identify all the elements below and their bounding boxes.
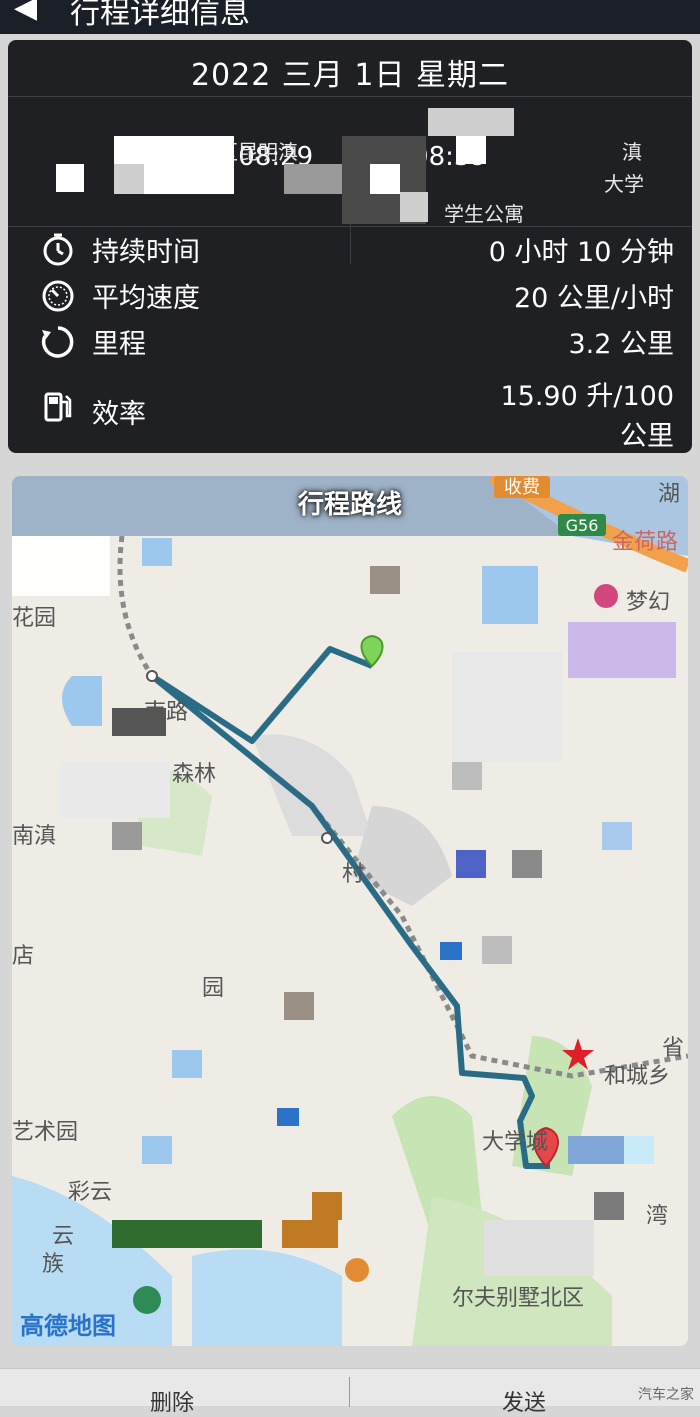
stat-label: 平均速度	[92, 283, 200, 314]
map-label: 梦幻	[626, 590, 671, 615]
privacy-mosaic	[370, 164, 400, 194]
privacy-mosaic	[428, 108, 514, 136]
map-label: 和城乡	[604, 1064, 671, 1089]
map-canvas[interactable]: 收费 G56	[12, 476, 688, 1346]
privacy-mosaic	[60, 762, 170, 818]
privacy-mosaic	[484, 1220, 594, 1276]
map-label: 花园	[12, 606, 57, 631]
map-label: 店	[12, 944, 35, 969]
trip-date: 2022 三月 1日 星期二	[190, 58, 510, 93]
end-address-line3: 学生公寓	[444, 202, 524, 226]
page-title: 行程详细信息	[70, 0, 250, 31]
privacy-mosaic	[400, 192, 428, 222]
map-water	[192, 1249, 342, 1346]
divider	[8, 226, 692, 227]
amap-logo: 高德地图	[20, 1312, 116, 1340]
restaurant-poi-icon	[345, 1258, 369, 1282]
home-poi-icon	[277, 1108, 299, 1126]
amusement-poi-icon	[594, 584, 618, 608]
privacy-mosaic	[142, 1136, 172, 1164]
privacy-mosaic	[482, 936, 512, 964]
railway-station	[321, 832, 333, 844]
stopwatch-icon	[43, 233, 73, 266]
map-label: 园	[202, 976, 225, 1001]
privacy-mosaic	[142, 538, 172, 566]
privacy-mosaic	[452, 652, 562, 762]
map-label: 村	[342, 862, 365, 887]
map-label: 彩云	[68, 1180, 113, 1205]
privacy-mosaic	[594, 1192, 624, 1220]
park-poi-icon	[133, 1286, 161, 1314]
privacy-mosaic	[172, 1050, 202, 1078]
privacy-mosaic	[114, 164, 144, 194]
privacy-mosaic	[284, 992, 314, 1020]
map-label: 森林	[172, 762, 217, 787]
trip-info-card: 2022 三月 1日 星期二 开始 08:29 结束 08:39 昆明市西山区昆…	[8, 40, 692, 453]
privacy-mosaic	[568, 622, 676, 678]
stat-label: 效率	[92, 399, 146, 430]
map-label: 金荷路	[612, 530, 679, 555]
privacy-mosaic	[56, 164, 84, 192]
stat-label: 里程	[92, 329, 146, 360]
stat-value-unit: 公里	[620, 421, 674, 452]
divider	[8, 96, 692, 97]
privacy-mosaic	[456, 136, 486, 164]
stat-row-duration: 持续时间 0 小时 10 分钟	[8, 228, 692, 274]
map-label: 尔夫别墅北区	[452, 1286, 585, 1311]
fuel-pump-icon	[44, 392, 72, 422]
privacy-mosaic	[602, 822, 632, 850]
map-label: 省	[662, 1036, 685, 1061]
privacy-mosaic	[512, 850, 542, 878]
privacy-mosaic	[112, 708, 166, 736]
privacy-mosaic	[284, 164, 342, 194]
home-poi-icon	[440, 942, 462, 960]
privacy-mosaic	[452, 762, 482, 790]
stat-value: 20 公里/小时	[513, 283, 674, 314]
stat-row-mileage: 里程 3.2 公里	[8, 320, 692, 366]
odometer-icon	[41, 326, 74, 358]
end-address-line2: 大学	[604, 172, 644, 196]
map-label: 湾	[646, 1204, 669, 1229]
privacy-mosaic	[112, 1220, 262, 1248]
privacy-mosaic	[456, 850, 486, 878]
map-label: 艺术园	[12, 1120, 79, 1145]
map-title: 行程路线	[297, 490, 402, 520]
map-label: 大学城	[482, 1130, 549, 1155]
privacy-mosaic	[12, 536, 110, 596]
end-address-line1: 滇	[622, 140, 642, 164]
privacy-mosaic	[112, 822, 142, 850]
stat-row-average-speed: 平均速度 20 公里/小时	[8, 274, 692, 320]
stat-row-efficiency: 效率 15.90 升/100 公里	[8, 374, 692, 452]
privacy-mosaic	[568, 1136, 624, 1164]
watermark: 汽车之家	[638, 1387, 694, 1403]
map-built-area	[252, 734, 372, 836]
send-button[interactable]: 发送	[502, 1385, 546, 1417]
stat-value: 3.2 公里	[568, 329, 674, 360]
privacy-mosaic	[482, 566, 538, 624]
privacy-mosaic	[370, 566, 400, 594]
divider	[349, 1377, 350, 1407]
map-label: 族	[42, 1252, 65, 1277]
map-label: 南滇	[12, 824, 57, 849]
route-map[interactable]: 收费 G56 花园 南路 森林 南滇 村 店 园 艺术园 彩云 云 族 大学城 …	[12, 476, 688, 1346]
stat-label: 持续时间	[92, 237, 200, 268]
back-arrow-icon[interactable]: ◀	[14, 0, 37, 25]
privacy-mosaic	[624, 1136, 654, 1164]
app-header: ◀ 行程详细信息	[0, 0, 700, 34]
privacy-mosaic	[312, 1192, 342, 1220]
stat-value: 15.90 升/100	[500, 381, 674, 412]
stat-value: 0 小时 10 分钟	[488, 237, 674, 268]
railway-station	[146, 670, 158, 682]
speedometer-icon	[42, 280, 74, 312]
map-water	[62, 676, 102, 726]
action-bar: 删除 发送	[0, 1368, 700, 1416]
privacy-mosaic	[282, 1220, 338, 1248]
delete-button[interactable]: 删除	[150, 1385, 194, 1417]
